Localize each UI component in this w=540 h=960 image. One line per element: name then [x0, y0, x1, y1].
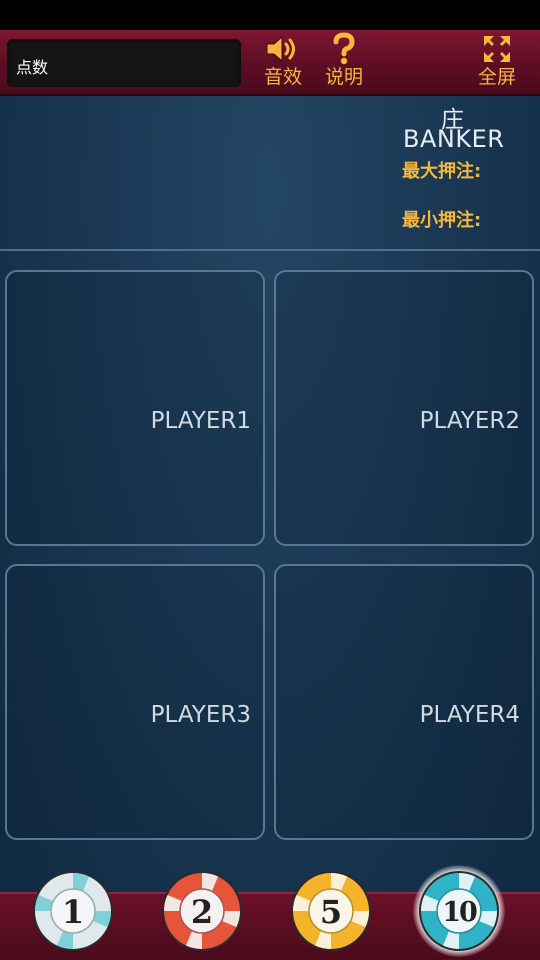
expand-icon	[482, 32, 512, 66]
player-3-bet-area[interactable]: PLAYER3	[5, 564, 265, 840]
fullscreen-label: 全屏	[477, 66, 516, 88]
table-divider	[0, 249, 540, 251]
chip-2-value: 2	[191, 893, 213, 931]
speaker-icon	[263, 32, 303, 66]
player-1-label: PLAYER1	[150, 408, 251, 434]
chip-1[interactable]: 1	[31, 869, 115, 953]
player-4-bet-area[interactable]: PLAYER4	[274, 564, 534, 840]
min-bet-label: 最小押注:	[402, 210, 482, 231]
chip-5[interactable]: 5	[289, 869, 373, 953]
fullscreen-button[interactable]: 全屏	[470, 32, 524, 94]
sound-button[interactable]: 音效	[257, 32, 309, 94]
points-display: 点数	[7, 39, 241, 87]
help-label: 说明	[324, 66, 363, 88]
chip-10[interactable]: 10	[413, 865, 505, 957]
top-bar: 点数 音效 说明 全屏	[0, 30, 540, 96]
chip-1-value: 1	[62, 893, 84, 931]
chip-5-value: 5	[320, 893, 342, 931]
banker-title-en: BANKER	[403, 125, 505, 153]
player-3-label: PLAYER3	[150, 702, 251, 728]
help-button[interactable]: 说明	[318, 32, 370, 94]
chip-10-value: 10	[442, 897, 477, 928]
status-bar	[0, 0, 540, 30]
question-mark-icon	[330, 32, 358, 66]
player-2-bet-area[interactable]: PLAYER2	[274, 270, 534, 546]
player-1-bet-area[interactable]: PLAYER1	[5, 270, 265, 546]
points-label: 点数	[16, 58, 49, 77]
sound-label: 音效	[263, 66, 302, 88]
player-4-label: PLAYER4	[419, 702, 520, 728]
chip-2[interactable]: 2	[160, 869, 244, 953]
player-2-label: PLAYER2	[419, 408, 520, 434]
max-bet-label: 最大押注:	[402, 161, 482, 182]
